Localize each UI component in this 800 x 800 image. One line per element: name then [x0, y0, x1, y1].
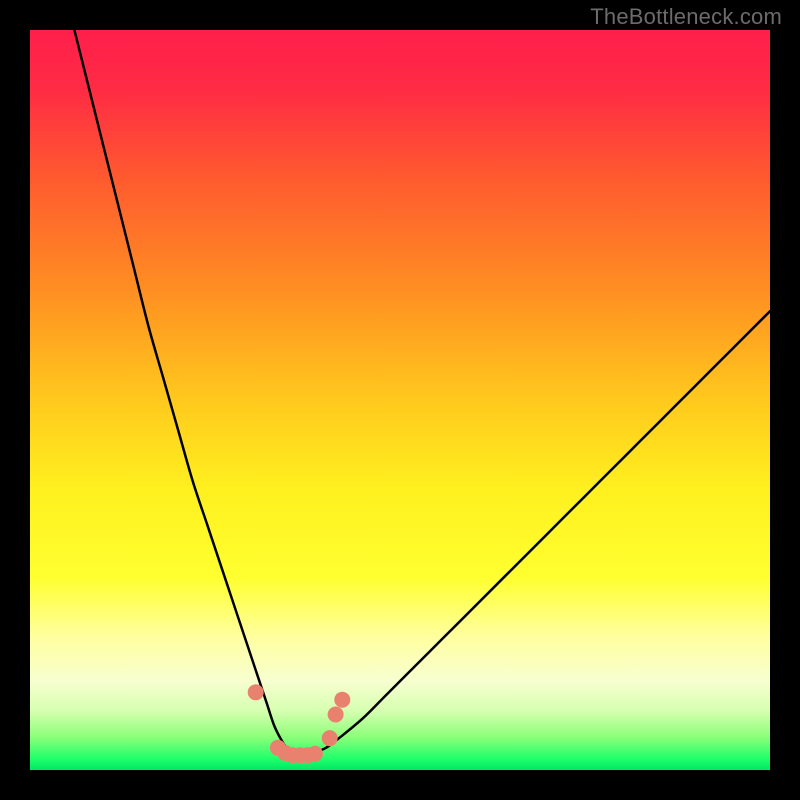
- marker-point: [248, 684, 264, 700]
- marker-point: [307, 746, 323, 762]
- plot-area: [30, 30, 770, 770]
- chart-frame: TheBottleneck.com: [0, 0, 800, 800]
- watermark-text: TheBottleneck.com: [590, 4, 782, 30]
- marker-point: [334, 692, 350, 708]
- gradient-background: [30, 30, 770, 770]
- marker-point: [322, 730, 338, 746]
- chart-svg: [30, 30, 770, 770]
- marker-point: [328, 707, 344, 723]
